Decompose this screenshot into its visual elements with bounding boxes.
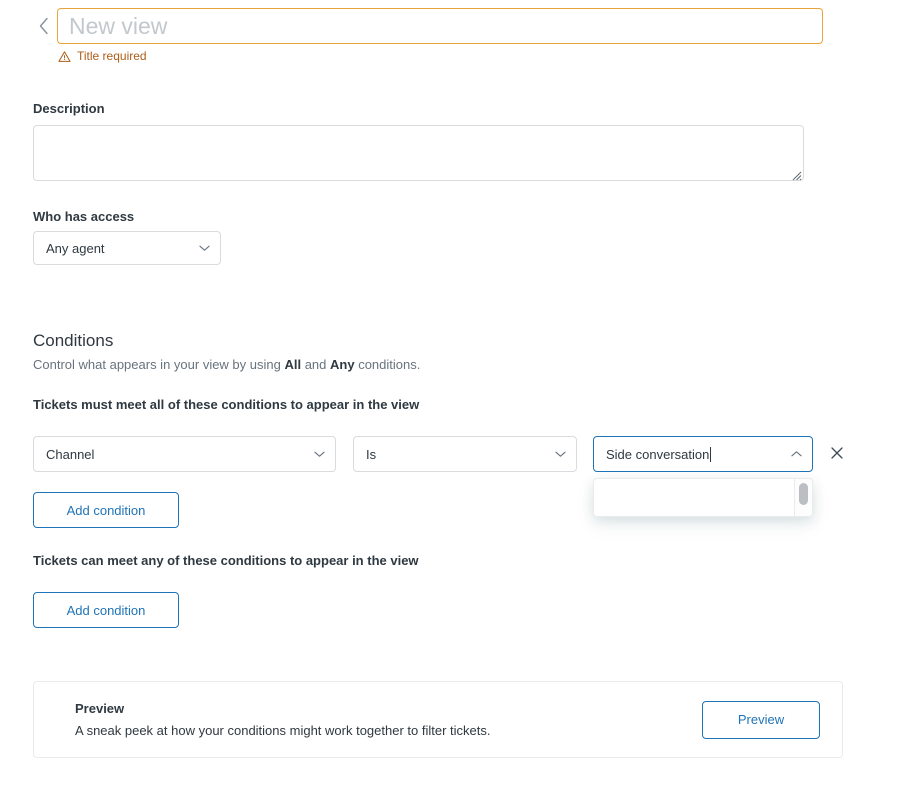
- condition-field-select[interactable]: Channel: [33, 436, 336, 472]
- back-button[interactable]: [33, 8, 55, 44]
- warning-triangle-icon: [58, 50, 71, 63]
- conditions-heading: Conditions: [33, 331, 114, 350]
- condition-value-dropdown-list[interactable]: [594, 479, 795, 516]
- condition-row: Channel Is Side conversation: [33, 436, 843, 472]
- conditions-subtitle-prefix: Control what appears in your view by usi…: [33, 357, 285, 372]
- dropdown-scrollbar[interactable]: [795, 479, 812, 516]
- title-required-error: Title required: [58, 48, 147, 64]
- preview-texts: Preview A sneak peek at how your conditi…: [75, 700, 491, 740]
- preview-title: Preview: [75, 700, 125, 716]
- condition-value-dropdown-menu[interactable]: [593, 478, 813, 517]
- chevron-down-icon: [555, 450, 566, 458]
- condition-field-value: Channel: [46, 446, 95, 462]
- preview-description: A sneak peek at how your conditions migh…: [75, 722, 491, 738]
- any-conditions-group-title: Tickets can meet any of these conditions…: [33, 553, 419, 568]
- conditions-subtitle-suffix: conditions.: [354, 357, 421, 372]
- condition-operator-value: Is: [366, 446, 377, 462]
- who-has-access-select[interactable]: Any agent: [33, 231, 221, 265]
- who-has-access-label: Who has access: [33, 209, 135, 224]
- new-view-editor-page: Title required Description Who has acces…: [0, 0, 902, 803]
- condition-value-text: Side conversation: [606, 446, 791, 462]
- conditions-subtitle: Control what appears in your view by usi…: [33, 356, 420, 374]
- preview-button[interactable]: Preview: [702, 700, 820, 739]
- title-row: [33, 8, 823, 44]
- chevron-down-icon: [314, 450, 325, 458]
- add-condition-any-button[interactable]: Add condition: [33, 592, 179, 628]
- condition-operator-select[interactable]: Is: [353, 436, 577, 472]
- chevron-left-icon: [38, 17, 50, 35]
- chevron-up-icon: [791, 450, 802, 458]
- conditions-subtitle-any: Any: [330, 357, 355, 372]
- text-caret: [710, 446, 712, 462]
- dropdown-scrollbar-thumb[interactable]: [799, 483, 808, 505]
- title-error-text: Title required: [77, 49, 147, 63]
- remove-condition-button[interactable]: [825, 442, 849, 466]
- who-has-access-value: Any agent: [46, 240, 105, 256]
- close-icon: [830, 446, 844, 463]
- preview-card: Preview A sneak peek at how your conditi…: [33, 681, 843, 758]
- chevron-down-icon: [199, 244, 210, 252]
- all-conditions-group-title: Tickets must meet all of these condition…: [33, 397, 420, 412]
- conditions-subtitle-mid: and: [301, 357, 331, 372]
- description-label: Description: [33, 101, 105, 116]
- add-condition-all-button[interactable]: Add condition: [33, 492, 179, 528]
- view-title-input[interactable]: [57, 8, 823, 44]
- condition-value-combobox[interactable]: Side conversation: [593, 436, 813, 472]
- description-textarea[interactable]: [33, 125, 804, 181]
- conditions-subtitle-all: All: [284, 357, 302, 372]
- condition-value-label: Side conversation: [606, 446, 710, 462]
